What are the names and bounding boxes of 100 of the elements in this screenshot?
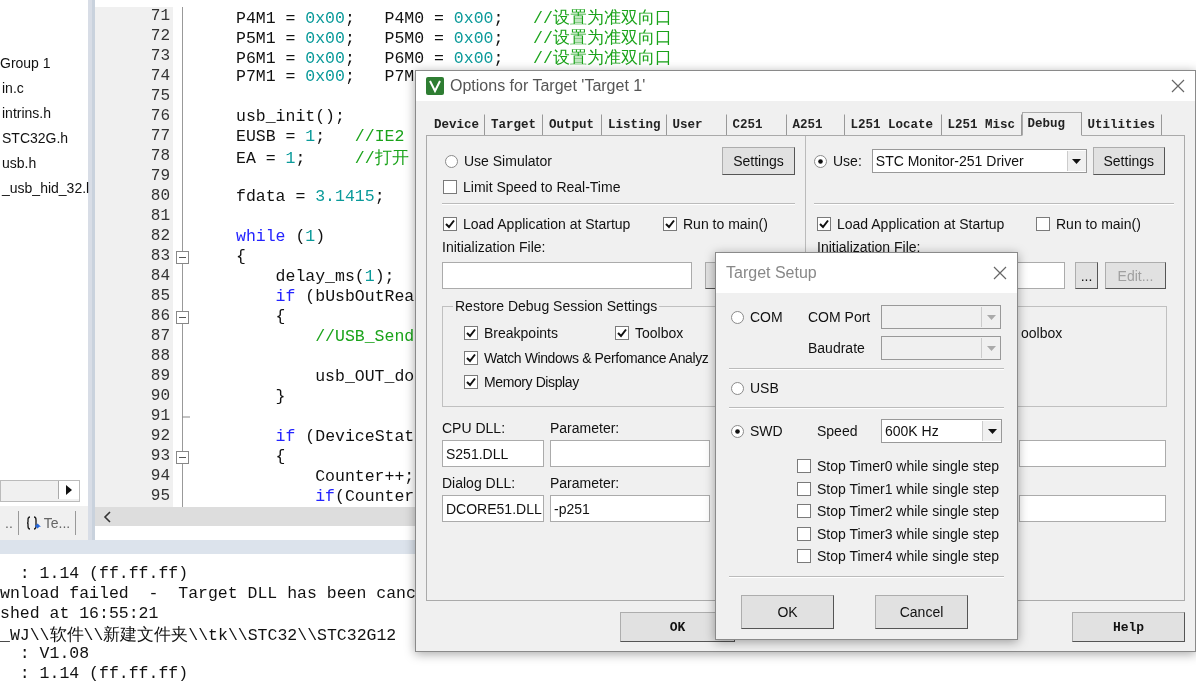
speed-dropdown[interactable]: 600K Hz bbox=[881, 419, 1002, 443]
line-number: 75 bbox=[149, 87, 171, 108]
checkbox-label: oolbox bbox=[1021, 325, 1063, 341]
code-line: P4M1 = 0x00; P4M0 = 0x00; //设置为准双向口 bbox=[236, 9, 672, 29]
panel-tab[interactable]: .. bbox=[0, 511, 19, 535]
tab[interactable]: Debug bbox=[1021, 112, 1082, 136]
project-tree-item[interactable]: STC32G.h bbox=[0, 127, 88, 152]
radio-button[interactable] bbox=[731, 424, 744, 438]
checkbox[interactable] bbox=[797, 549, 811, 564]
collapse-icon[interactable] bbox=[176, 310, 189, 324]
project-tree-item[interactable]: _usb_hid_32.l bbox=[0, 177, 88, 202]
dropdown-caret-icon bbox=[987, 428, 997, 434]
driver-dropdown[interactable]: STC Monitor-251 Driver bbox=[871, 149, 1087, 173]
radio-label: SWD bbox=[750, 423, 783, 439]
radio-button[interactable] bbox=[731, 381, 744, 395]
output-line: : 1.14 (ff.ff.ff) bbox=[18, 564, 189, 583]
project-tree-item[interactable]: intrins.h bbox=[0, 102, 88, 127]
line-number: 72 bbox=[149, 27, 171, 48]
horizontal-scrollbar[interactable] bbox=[0, 480, 80, 502]
checkbox-label: Load Application at Startup bbox=[837, 216, 1005, 232]
app-logo-icon bbox=[426, 77, 444, 95]
checkbox-label: Toolbox bbox=[635, 325, 684, 341]
dropdown-caret-icon bbox=[1072, 158, 1082, 164]
checkbox-label: Stop Timer4 while single step bbox=[817, 548, 1000, 565]
code-line: P6M1 = 0x00; P6M0 = 0x00; //设置为准双向口 bbox=[236, 49, 672, 69]
line-number: 93 bbox=[149, 447, 171, 468]
parameter-field[interactable] bbox=[1019, 495, 1166, 522]
project-tree-item[interactable]: Group 1 bbox=[0, 52, 88, 77]
settings-button[interactable]: Settings bbox=[722, 147, 795, 175]
checkbox-label: Run to main() bbox=[683, 216, 768, 232]
line-number: 85 bbox=[149, 287, 171, 308]
right-arrow-icon[interactable] bbox=[66, 485, 72, 495]
output-line: : 1.14 (ff.ff.ff) bbox=[18, 664, 189, 682]
cpu-dll-field[interactable]: S251.DLL bbox=[442, 440, 544, 467]
checkbox-label: Run to main() bbox=[1056, 216, 1141, 232]
checkbox[interactable] bbox=[464, 326, 478, 340]
panel-tab[interactable]: Te... bbox=[20, 511, 77, 535]
checkbox[interactable] bbox=[797, 459, 811, 474]
checkbox-label: Stop Timer0 while single step bbox=[817, 458, 1000, 475]
parameter-field[interactable]: -p251 bbox=[550, 495, 710, 522]
checkbox[interactable] bbox=[1036, 217, 1050, 231]
browse-button[interactable]: ... bbox=[1075, 262, 1098, 289]
checkbox[interactable] bbox=[797, 526, 811, 541]
checkbox-label: Watch Windows & Perfomance Analyz bbox=[484, 350, 709, 366]
line-number: 89 bbox=[149, 367, 171, 388]
line-number: 81 bbox=[149, 207, 171, 228]
line-number: 73 bbox=[149, 47, 171, 68]
fold-end-mark bbox=[182, 416, 190, 419]
code-line: P5M1 = 0x00; P5M0 = 0x00; //设置为准双向口 bbox=[236, 29, 672, 49]
checkbox[interactable] bbox=[443, 217, 457, 231]
field-label: COM Port bbox=[808, 309, 871, 325]
project-tree-item[interactable]: usb.h bbox=[0, 152, 88, 177]
output-line: shed at 16:55:21 bbox=[0, 604, 159, 623]
output-line: _WJ\\软件\\新建文件夹\\tk\\STC32\\STC32G12 bbox=[0, 626, 397, 645]
checkbox[interactable] bbox=[464, 375, 478, 389]
project-tree-item[interactable]: in.c bbox=[0, 77, 88, 102]
radio-label: COM bbox=[750, 309, 783, 325]
checkbox[interactable] bbox=[797, 481, 811, 496]
line-number: 82 bbox=[149, 227, 171, 248]
checkbox[interactable] bbox=[817, 217, 831, 231]
radio-button[interactable] bbox=[731, 310, 744, 324]
field-label: Dialog DLL: bbox=[442, 475, 516, 491]
code-line: { bbox=[274, 307, 286, 327]
parameter-field[interactable] bbox=[550, 440, 710, 467]
checkbox-label: Stop Timer3 while single step bbox=[817, 525, 1000, 542]
close-icon[interactable] bbox=[1171, 79, 1185, 93]
checkbox-label: Stop Timer1 while single step bbox=[817, 480, 1000, 497]
settings-button[interactable]: Settings bbox=[1092, 147, 1165, 175]
code-line: while (1) bbox=[236, 227, 326, 247]
checkbox[interactable] bbox=[797, 504, 811, 519]
cancel-button[interactable]: Cancel bbox=[875, 594, 968, 629]
checkbox[interactable] bbox=[464, 351, 478, 365]
code-line: P7M1 = 0x00; P7M bbox=[236, 67, 415, 87]
help-button[interactable]: Help bbox=[1072, 612, 1185, 642]
field-label: Initialization File: bbox=[817, 239, 921, 255]
initialization-file-field[interactable] bbox=[442, 262, 692, 289]
line-number: 95 bbox=[149, 487, 171, 508]
checkbox[interactable] bbox=[443, 180, 457, 194]
checkbox-label: Load Application at Startup bbox=[463, 216, 631, 232]
checkbox[interactable] bbox=[615, 326, 629, 340]
line-number: 77 bbox=[149, 127, 171, 148]
ok-button[interactable]: OK bbox=[741, 594, 834, 629]
field-label: CPU DLL: bbox=[442, 420, 506, 436]
line-number: 94 bbox=[149, 467, 171, 488]
checkbox-label: Limit Speed to Real-Time bbox=[463, 179, 621, 195]
line-number: 88 bbox=[149, 347, 171, 368]
collapse-icon[interactable] bbox=[176, 250, 189, 264]
dialog-dll-field[interactable]: DCORE51.DLL bbox=[442, 495, 544, 522]
parameter-field[interactable] bbox=[1019, 440, 1166, 467]
braces-icon bbox=[25, 515, 42, 531]
code-line: if (bUsbOutRea bbox=[274, 287, 415, 307]
checkbox[interactable] bbox=[663, 217, 677, 231]
code-line: { bbox=[274, 447, 286, 467]
close-icon[interactable] bbox=[993, 266, 1007, 280]
radio-label: Use Simulator bbox=[464, 153, 552, 169]
radio-button[interactable] bbox=[814, 154, 827, 168]
code-line: { bbox=[236, 247, 246, 267]
collapse-icon[interactable] bbox=[176, 450, 189, 464]
line-number: 74 bbox=[149, 67, 171, 88]
radio-button[interactable] bbox=[445, 154, 458, 168]
